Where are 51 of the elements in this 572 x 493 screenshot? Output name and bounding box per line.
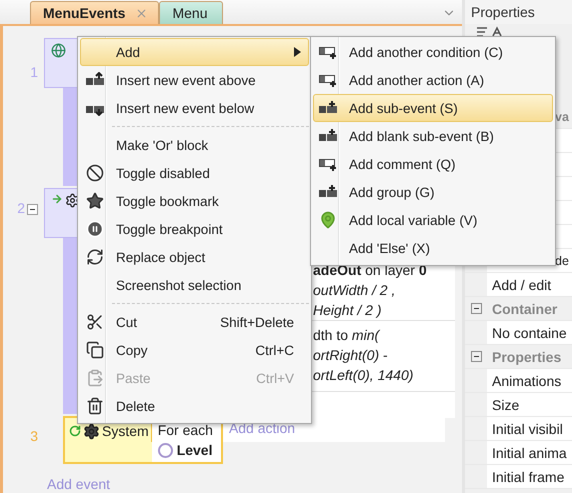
object-name: System [102,423,149,439]
menu-item[interactable]: Toggle bookmark [80,187,309,215]
gear-icon [65,193,80,208]
editor-tab[interactable]: MenuEvents [30,1,160,24]
menu-item[interactable]: Add sub-event (S) [313,94,553,122]
globe-icon [51,43,66,58]
menu-item[interactable]: Toggle breakpoint [80,215,309,243]
add-group-icon [318,184,338,200]
panel-title: Properties [465,0,572,24]
pause-icon [86,220,104,238]
menu-item[interactable]: Toggle disabled [80,159,309,187]
event-number: 2 [17,200,25,216]
star-icon [86,192,104,210]
add-condition-icon [318,44,338,60]
property-name: Animations [487,369,572,392]
property-name: Initial frame [487,465,572,488]
scissors-icon [86,313,104,331]
refresh-icon [86,248,104,266]
paste-icon [86,369,104,387]
add-sub-event-icon [318,128,338,144]
arrow-icon [51,193,63,205]
editor-tab[interactable]: Menu [159,1,224,24]
event-number: 1 [30,64,38,80]
menu-item[interactable]: Make 'Or' block [80,131,309,159]
menu-item[interactable]: Insert new event below [80,94,309,122]
trash-icon [86,397,104,415]
map-pin-icon [319,211,337,229]
property-name: No containe [487,321,572,344]
menu-item[interactable]: Add group (G) [313,178,553,206]
add-action-icon [318,72,338,88]
menu-item[interactable]: Add [80,38,309,66]
add-sub-event-icon [318,100,338,116]
copy-icon [86,341,104,359]
property-name: Initial visibil [487,417,572,440]
loop-icon [69,425,81,437]
add-comment-icon [318,156,338,172]
menu-item[interactable]: Add another action (A) [313,66,553,94]
menu-item[interactable]: Add local variable (V) [313,206,553,234]
property-name: Size [487,393,572,416]
property-name: Add / edit [487,273,572,296]
property-name: Initial anima [487,441,572,464]
collapse-toggle[interactable] [27,204,38,215]
menu-item[interactable]: Add comment (Q) [313,150,553,178]
menu-item[interactable]: Add another condition (C) [313,38,553,66]
insert-above-icon [85,72,105,88]
collapse-toggle[interactable] [470,351,482,362]
event-number: 3 [30,428,38,444]
disabled-icon [86,164,104,182]
collapse-toggle[interactable] [470,303,482,314]
ring-icon [158,442,173,458]
menu-item[interactable]: Insert new event above [80,66,309,94]
